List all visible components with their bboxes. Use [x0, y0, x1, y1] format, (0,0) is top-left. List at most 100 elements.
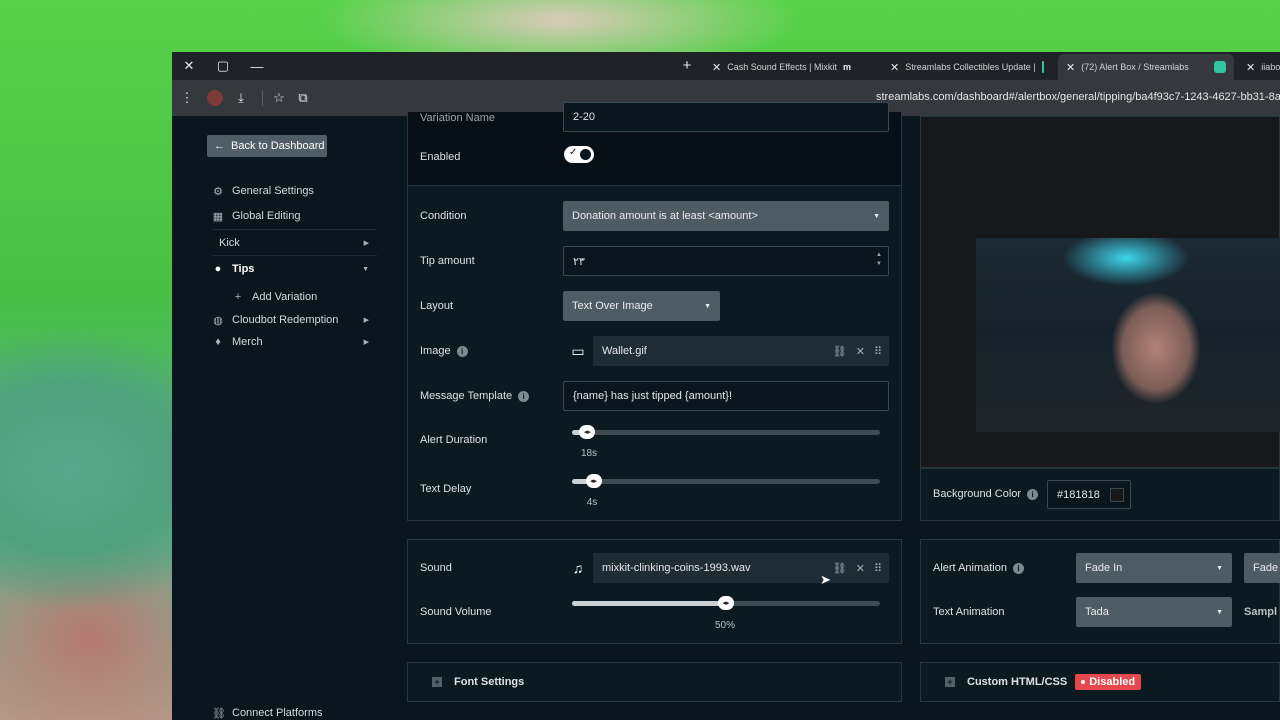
tab-mixkit[interactable]: ✕ Cash Sound Effects | Mixkit m	[704, 54, 854, 80]
tab-collectibles[interactable]: ✕ Streamlabs Collectibles Update |	[882, 54, 1052, 80]
tab-close-icon[interactable]: ✕	[1246, 61, 1255, 74]
sample-button[interactable]: Sampl	[1244, 606, 1277, 618]
caret-right-icon: ▶	[363, 240, 369, 247]
url-text[interactable]: streamlabs.com/dashboard#/alertbox/gener…	[876, 91, 1280, 103]
text-animation-select[interactable]: Tada ▼	[1076, 597, 1232, 627]
nav-divider	[212, 229, 377, 230]
profile-avatar[interactable]	[207, 90, 223, 106]
sound-file-field[interactable]: ♫ mixkit-clinking-coins-1993.wav ⛓ ✕ ⠿	[563, 553, 889, 583]
minimize-window-icon[interactable]: —	[240, 52, 274, 80]
custom-html-label: Custom HTML/CSS	[967, 676, 1068, 688]
sidebar-item-label: Merch	[232, 336, 263, 348]
font-settings-label: Font Settings	[454, 676, 525, 688]
sidebar-item-add-variation[interactable]: + Add Variation	[232, 287, 377, 307]
alert-duration-slider[interactable]: ◂▸	[572, 425, 880, 439]
link-icon[interactable]: ⛓	[833, 562, 847, 575]
sidebar-item-merch[interactable]: ♦ Merch ▶	[212, 332, 377, 352]
variation-name-label: Variation Name	[420, 112, 495, 124]
bookmark-star-icon[interactable]: ☆	[270, 89, 288, 107]
connect-platforms-label: Connect Platforms	[232, 707, 323, 719]
sidebar-item-label: Global Editing	[232, 210, 301, 222]
sidebar-item-label: Kick	[219, 237, 240, 249]
mixkit-favicon-icon: m	[842, 62, 851, 72]
image-file-field[interactable]: ▭ Wallet.gif ⛓ ✕ ⠿	[563, 336, 889, 366]
maximize-window-icon[interactable]: ▢	[206, 52, 240, 80]
alert-settings-panel: Condition Donation amount is at least <a…	[407, 186, 902, 521]
status-badge: Disabled	[1075, 674, 1142, 690]
sidebar-item-cloudbot-redemption[interactable]: ◍ Cloudbot Redemption ▶	[212, 310, 377, 330]
chevron-down-icon: ▼	[1216, 564, 1223, 572]
sidebar-item-label: Add Variation	[252, 291, 318, 303]
music-note-icon: ♫	[563, 553, 593, 583]
font-settings-panel[interactable]: + Font Settings	[407, 662, 902, 702]
slider-handle[interactable]: ◂▸	[718, 596, 734, 610]
download-icon[interactable]: ⤓	[232, 89, 250, 107]
sound-panel: Sound ♫ mixkit-clinking-coins-1993.wav ⛓…	[407, 539, 902, 644]
sidebar-item-label: Tips	[232, 263, 255, 275]
tab-close-icon[interactable]: ✕	[712, 61, 721, 74]
sound-volume-slider[interactable]: ◂▸	[572, 596, 880, 610]
color-swatch[interactable]	[1110, 488, 1124, 502]
chevron-down-icon: ▼	[1216, 608, 1223, 616]
sidebar-item-kick[interactable]: Kick ▶	[219, 233, 377, 253]
tab-close-icon[interactable]: ✕	[890, 61, 899, 74]
alert-animation-in-select[interactable]: Fade In ▼	[1076, 553, 1232, 583]
message-template-label-text: Message Template	[420, 390, 513, 402]
info-icon[interactable]: i	[1027, 488, 1039, 500]
sidebar-item-general-settings[interactable]: ⚙ General Settings	[212, 181, 377, 201]
close-window-icon[interactable]: ✕	[172, 52, 206, 80]
alert-animation-out-select[interactable]: Fade	[1244, 553, 1280, 583]
tab-title: (72) Alert Box / Streamlabs	[1081, 62, 1189, 72]
background-color-label: Background Color i	[933, 488, 1039, 500]
enabled-toggle[interactable]: ✓	[564, 146, 594, 163]
tip-amount-label: Tip amount	[420, 255, 475, 267]
text-delay-value: 4s	[586, 497, 598, 508]
info-icon[interactable]: i	[456, 345, 468, 357]
layout-label: Layout	[420, 300, 454, 312]
tab-title: Cash Sound Effects | Mixkit	[727, 62, 837, 72]
grid-dots-icon[interactable]: ⠿	[874, 562, 882, 575]
info-icon[interactable]: i	[1012, 562, 1024, 574]
alert-duration-value: 18s	[580, 448, 598, 459]
slider-handle[interactable]: ◂▸	[585, 474, 602, 488]
background-color-panel: Background Color i #181818	[920, 468, 1280, 521]
plus-icon: +	[234, 291, 242, 303]
status-dot-icon	[1081, 680, 1086, 684]
font-settings-header[interactable]: + Font Settings	[432, 676, 524, 688]
link-icon[interactable]: ⛓	[833, 345, 847, 358]
background-color-value: #181818	[1057, 488, 1100, 501]
translate-icon[interactable]: ⧉	[294, 89, 312, 107]
tip-amount-value: ٢٣	[573, 255, 585, 268]
sidebar-connect-platforms[interactable]: ⛓ Connect Platforms	[212, 703, 377, 720]
tab-strip: ✕ ▢ — + ✕ Cash Sound Effects | Mixkit m …	[172, 52, 1280, 80]
layout-select[interactable]: Text Over Image ▼	[563, 291, 720, 321]
alert-animation-label-text: Alert Animation	[933, 562, 1007, 574]
custom-html-panel[interactable]: + Custom HTML/CSS Disabled	[920, 662, 1280, 702]
tip-amount-input[interactable]: ٢٣ ▲ ▼	[563, 246, 889, 276]
text-delay-slider[interactable]: ◂▸	[572, 474, 880, 488]
condition-select[interactable]: Donation amount is at least <amount> ▼	[563, 201, 889, 231]
tab-partial[interactable]: ✕ iiabo	[1238, 54, 1280, 80]
slider-handle[interactable]: ◂▸	[579, 425, 596, 439]
custom-html-header[interactable]: + Custom HTML/CSS Disabled	[945, 674, 1142, 690]
grid-dots-icon[interactable]: ⠿	[874, 345, 882, 358]
coins-icon: ●	[214, 263, 222, 275]
sidebar-item-global-editing[interactable]: ▦ Global Editing	[212, 206, 377, 226]
number-stepper-icon[interactable]: ▲ ▼	[876, 251, 882, 269]
nav-divider	[212, 255, 377, 256]
caret-right-icon: ▶	[363, 339, 369, 346]
remove-icon[interactable]: ✕	[856, 345, 865, 358]
sidebar-item-tips[interactable]: ● Tips ▼	[212, 259, 377, 279]
new-tab-button[interactable]: +	[678, 57, 696, 75]
back-to-dashboard-button[interactable]: ← Back to Dashboard	[207, 135, 327, 157]
background-color-input[interactable]: #181818	[1047, 480, 1131, 509]
remove-icon[interactable]: ✕	[856, 562, 865, 575]
shirt-icon: ♦	[215, 336, 221, 348]
tab-alert-box[interactable]: ✕ (72) Alert Box / Streamlabs	[1058, 54, 1234, 80]
info-icon[interactable]: i	[518, 390, 530, 402]
tab-close-icon[interactable]: ✕	[1066, 61, 1075, 74]
variation-name-input[interactable]: 2-20	[563, 102, 889, 132]
menu-dots-icon[interactable]: ⋮	[178, 89, 196, 107]
tab-title: iiabo	[1261, 62, 1280, 72]
message-template-input[interactable]: {name} has just tipped {amount}!	[563, 381, 889, 411]
